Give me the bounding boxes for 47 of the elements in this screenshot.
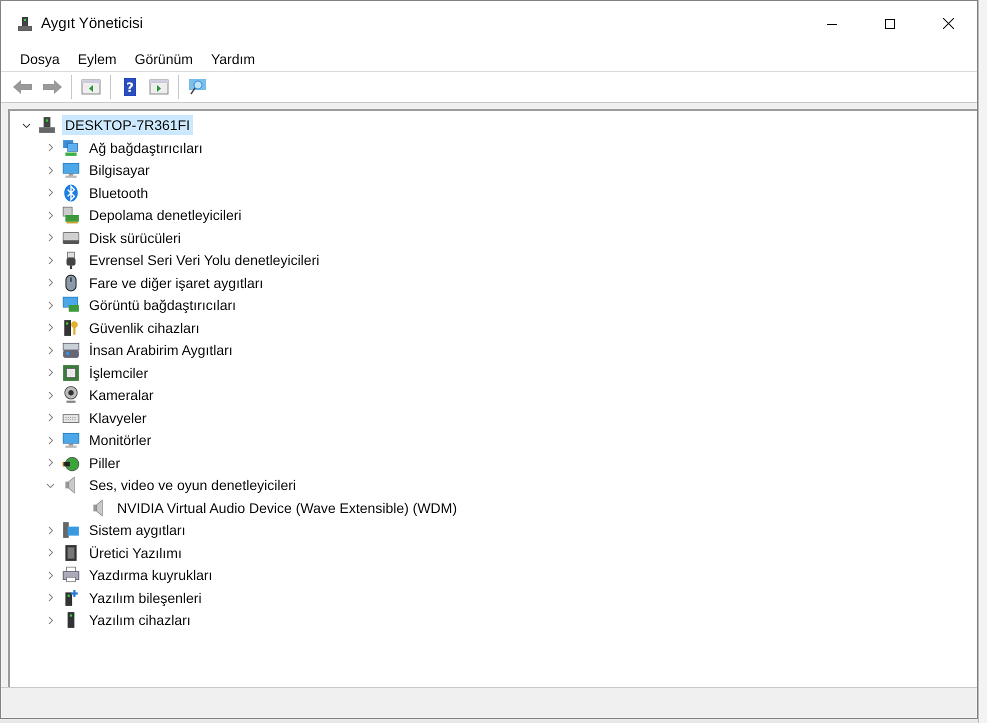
maximize-icon: [885, 18, 895, 28]
tree-item[interactable]: Yazılım bileşenleri: [86, 588, 205, 608]
tree-item[interactable]: Bluetooth: [86, 182, 152, 203]
close-icon: [942, 18, 954, 29]
tree-item[interactable]: Ağ bağdaştırıcıları: [86, 138, 206, 158]
webcam-icon: [62, 386, 80, 404]
left-arrow-icon: [12, 77, 34, 97]
window-title: Aygıt Yöneticisi: [41, 15, 144, 32]
tree-item[interactable]: Yazılım cihazları: [86, 610, 194, 630]
tree-item[interactable]: NVIDIA Virtual Audio Device (Wave Extensible) (WDM): [114, 498, 460, 518]
computer-tower-icon: [38, 116, 56, 134]
tree-item[interactable]: İşlemciler: [86, 362, 152, 383]
tree-item[interactable]: Üretici Yazılımı: [86, 542, 185, 563]
display-card-icon: [62, 296, 80, 314]
tree-item[interactable]: Ses, video ve oyun denetleyicileri: [86, 475, 300, 496]
tree-item[interactable]: Disk sürücüleri: [86, 228, 184, 248]
tree-item[interactable]: Piller: [86, 452, 124, 473]
window-pane-icon: [80, 77, 102, 97]
tree-item[interactable]: İnsan Arabirim Aygıtları: [86, 340, 236, 360]
tree-item[interactable]: Depolama denetleyicileri: [86, 205, 245, 226]
tree-item[interactable]: Bilgisayar: [86, 160, 153, 180]
menu-item[interactable]: Görünüm: [126, 50, 202, 66]
menu-item[interactable]: Yardım: [202, 50, 264, 66]
tree-item[interactable]: DESKTOP-7R361FI: [62, 115, 194, 136]
monitor-icon: [62, 161, 80, 180]
tree-item[interactable]: Monitörler: [86, 430, 154, 450]
menu-item[interactable]: Eylem: [68, 50, 126, 66]
storage-icon: [62, 206, 80, 224]
right-arrow-icon: [41, 77, 63, 97]
key-icon: [62, 318, 80, 337]
tree-item[interactable]: Evrensel Seri Veri Yolu denetleyicileri: [86, 250, 322, 270]
bluetooth-icon: [62, 184, 80, 202]
tree-item[interactable]: Yazdırma kuyrukları: [86, 565, 216, 586]
tree-item[interactable]: Görüntü bağdaştırıcıları: [86, 295, 240, 316]
tree-item[interactable]: Kameralar: [86, 385, 157, 406]
menu-item[interactable]: Dosya: [11, 50, 69, 66]
tree-item[interactable]: Güvenlik cihazları: [86, 318, 202, 338]
monitor-icon: [62, 431, 80, 450]
computer-tower-icon: [17, 16, 33, 32]
monitor-magnifier-icon: [187, 77, 209, 97]
tree-item[interactable]: Fare ve diğer işaret aygıtları: [86, 272, 266, 293]
tree-item[interactable]: Sistem aygıtları: [86, 520, 188, 540]
printer-icon: [62, 566, 80, 584]
window-pane-icon: [148, 77, 170, 97]
tree-item[interactable]: Klavyeler: [86, 408, 150, 428]
network-icon: [62, 138, 80, 157]
chip-icon: [62, 364, 80, 382]
